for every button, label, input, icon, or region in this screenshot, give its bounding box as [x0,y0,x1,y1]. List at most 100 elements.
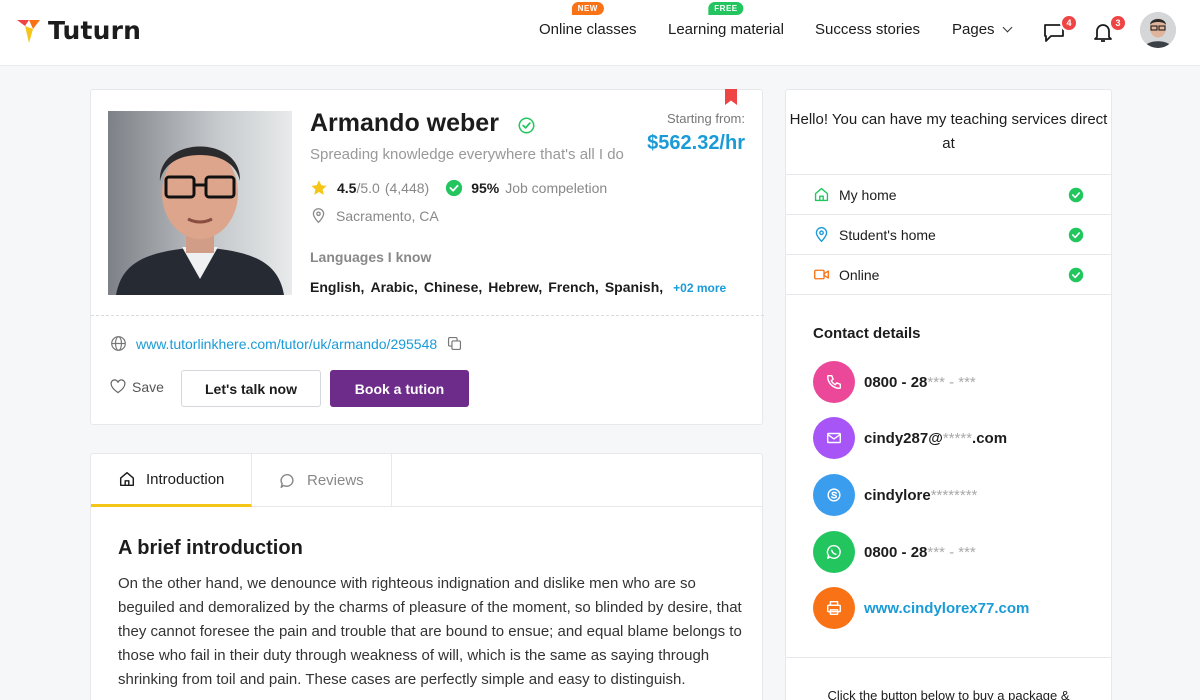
tab-introduction[interactable]: Introduction [91,454,252,507]
contact-email: cindy287@ ***** .com [813,417,1007,459]
profile-card: Armando weber Spreading knowledge everyw… [90,89,764,425]
logo[interactable]: Tuturn [16,16,141,45]
messages-button[interactable]: 4 [1042,14,1078,46]
rating-value: 4.5 [337,180,357,196]
email-mask: ***** [942,429,973,447]
contact-website[interactable]: www.cindylorex77.com [813,587,1029,629]
nav-label: Pages [952,21,995,38]
check-circle-icon [1068,267,1084,283]
phone-icon [813,361,855,403]
package-text: Click the button below to buy a package … [827,688,1070,700]
profile-link-row: www.tutorlinkhere.com/tutor/uk/armando/2… [110,335,463,352]
whatsapp-value: 0800 - 28 [864,543,928,561]
avatar-image [1140,12,1176,48]
completion-label: Job compeletion [505,180,608,196]
location-row: Sacramento, CA [310,207,439,224]
option-students-home: Student's home [786,215,1111,255]
home-icon [814,187,829,202]
divider [786,657,1111,658]
rating-max: /5.0 [356,180,380,196]
nav-online-classes[interactable]: NEW Online classes [539,2,637,38]
option-label: Student's home [839,226,936,243]
contact-skype: cindylore ******** [813,474,977,516]
more-languages-link[interactable]: +02 more [673,281,726,295]
tutor-tagline: Spreading knowledge everywhere that's al… [310,146,624,163]
nav-success-stories[interactable]: Success stories [815,21,920,38]
phone-mask: *** - *** [927,373,976,391]
intro-text: On the other hand, we denounce with righ… [118,575,742,688]
nav-label: Learning material [668,21,784,38]
tab-label: Introduction [146,470,225,488]
star-icon [311,180,327,195]
bookmark-icon[interactable] [725,89,737,105]
free-badge: FREE [708,2,744,15]
languages-title: Languages I know [310,249,432,265]
intro-title: A brief introduction [118,537,303,559]
price-value: $562.32/hr [647,132,745,154]
rating-row: 4.5 /5.0 (4,448) 95% Job compeletion [310,179,607,197]
email-value: cindy287@ [864,429,943,447]
check-circle-icon [446,179,463,197]
nav-learning-material[interactable]: FREE Learning material [668,2,784,38]
introduction-card: Introduction Reviews A brief introductio… [90,453,763,700]
new-badge: NEW [571,2,604,15]
option-online: Online [786,255,1111,295]
teaching-services-text: Hello! You can have my teaching services… [789,111,1108,152]
verified-icon [518,117,535,134]
nav-label: Success stories [815,21,921,38]
copy-icon[interactable] [446,335,463,352]
save-label: Save [132,379,164,395]
location-pin-icon [312,208,325,224]
whatsapp-mask: *** - *** [927,543,976,561]
tab-label: Reviews [307,472,364,489]
skype-icon [813,474,855,516]
divider [91,315,764,316]
notifications-count: 3 [1109,14,1127,32]
tutor-photo [108,111,292,295]
option-label: My home [839,186,897,203]
language-item: Chinese, [423,279,483,295]
language-item: Arabic, [370,279,418,295]
website-value[interactable]: www.cindylorex77.com [864,600,1029,617]
whatsapp-icon [813,531,855,573]
location-text: Sacramento, CA [336,207,439,224]
location-pin-icon [815,227,828,243]
tutor-name: Armando weber [310,109,499,137]
lets-talk-button[interactable]: Let's talk now [181,370,321,407]
review-count: (4,448) [384,180,430,196]
option-my-home: My home [786,175,1111,215]
video-icon [814,269,829,280]
teaching-options-list: My home Student's home Online [786,174,1111,295]
email-suffix: .com [972,429,1008,447]
option-label: Online [839,266,880,283]
nav-label: Online classes [539,21,637,38]
contact-whatsapp: 0800 - 28 *** - *** [813,531,976,573]
contact-sidebar: Hello! You can have my teaching services… [785,89,1112,700]
check-circle-icon [1068,227,1084,243]
top-header: Tuturn NEW Online classes FREE Learning … [0,0,1200,66]
tab-reviews[interactable]: Reviews [252,454,392,507]
notifications-button[interactable]: 3 [1091,14,1127,46]
save-button[interactable]: Save [110,379,164,395]
logo-text: Tuturn [48,16,142,45]
globe-icon [111,336,126,351]
contact-phone: 0800 - 28 *** - *** [813,361,976,403]
user-avatar[interactable] [1140,12,1176,48]
email-icon [813,417,855,459]
tab-bar: Introduction Reviews [91,454,762,507]
comment-icon [280,473,294,488]
completion-value: 95% [471,180,500,196]
heart-icon [110,379,126,394]
price-label: Starting from: [666,111,745,126]
home-icon [119,471,135,487]
nav-pages[interactable]: Pages [952,21,1012,38]
contact-details-title: Contact details [813,325,921,342]
check-circle-icon [1068,187,1084,203]
skype-value: cindylore [864,486,931,504]
skype-mask: ******** [930,486,978,504]
profile-link[interactable]: www.tutorlinkhere.com/tutor/uk/armando/2… [136,336,437,352]
print-icon [813,587,855,629]
logo-icon [17,19,40,43]
language-item: Hebrew, [488,279,543,295]
book-tution-button[interactable]: Book a tution [330,370,469,407]
